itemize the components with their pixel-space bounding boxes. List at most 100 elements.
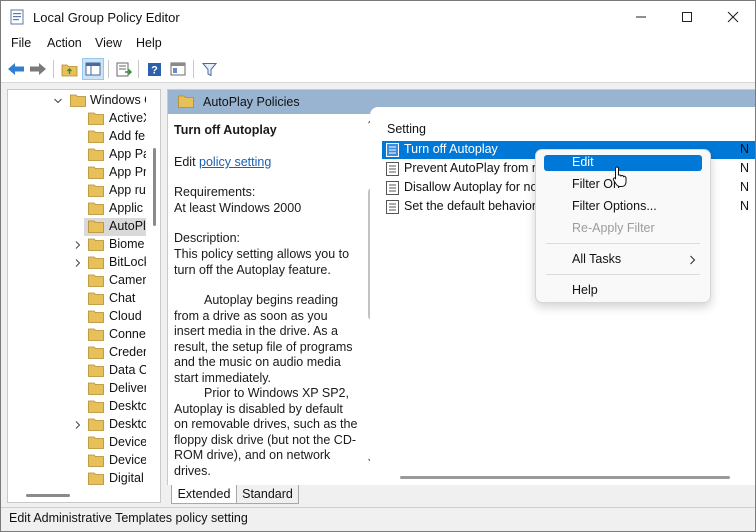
tree-item[interactable]: Camer — [8, 272, 146, 290]
menu-file[interactable]: File — [11, 36, 31, 50]
menu-help[interactable]: Help — [136, 36, 162, 50]
tree-item[interactable]: AutoPl — [84, 218, 146, 236]
tree-item-label: Applic — [109, 201, 144, 215]
tree-item[interactable]: BitLock — [8, 254, 146, 272]
chevron-right-icon[interactable] — [73, 419, 83, 431]
context-menu-item[interactable]: All Tasks — [544, 252, 702, 268]
tree-vertical-thumb[interactable] — [153, 148, 156, 226]
folder-icon — [88, 256, 104, 269]
back-button[interactable] — [5, 58, 27, 80]
policy-row-label: Turn off Autoplay — [404, 142, 498, 156]
tree-vertical-scrollbar[interactable] — [149, 90, 160, 486]
folder-icon — [88, 400, 104, 413]
menu-view[interactable]: View — [95, 36, 122, 50]
toolbar-separator — [193, 60, 194, 78]
folder-icon — [88, 184, 104, 197]
edit-policy-setting-link[interactable]: policy setting — [199, 155, 271, 169]
gpedit-window: Local Group Policy Editor File Action Vi… — [0, 0, 756, 532]
tree-item-label: AutoPl — [109, 219, 146, 233]
forward-button[interactable] — [27, 58, 49, 80]
policy-editor-app-icon — [10, 9, 24, 25]
description-paragraph: Autoplay begins reading from a drive as … — [174, 293, 353, 385]
tree-item[interactable]: Digital — [8, 470, 146, 488]
mouse-pointer-icon — [612, 166, 627, 187]
tree-item-label: Camer — [109, 273, 146, 287]
tree-item-label: Creder — [109, 345, 146, 359]
tree-item[interactable]: Deskto — [8, 398, 146, 416]
list-horizontal-thumb[interactable] — [400, 476, 730, 479]
tree-horizontal-thumb[interactable] — [26, 494, 70, 497]
tree-item-label: Digital — [109, 471, 144, 485]
policy-title: Turn off Autoplay — [174, 123, 277, 137]
tree-item-label: Conne — [109, 327, 146, 341]
filter-button[interactable] — [198, 58, 220, 80]
tree-item[interactable]: Chat — [8, 290, 146, 308]
tree-item-label: App Pr — [109, 165, 146, 179]
policy-row-label: Disallow Autoplay for nor — [404, 180, 542, 194]
context-menu-separator — [546, 243, 700, 244]
tree-item[interactable]: Windows C — [8, 92, 146, 110]
tree-item[interactable]: Data C — [8, 362, 146, 380]
column-header-setting[interactable]: Setting — [387, 122, 426, 136]
context-menu-item: Re-Apply Filter — [544, 221, 702, 237]
export-list-button[interactable] — [113, 58, 135, 80]
title-bar[interactable]: Local Group Policy Editor — [1, 1, 755, 33]
close-icon — [727, 11, 739, 23]
tree-item[interactable]: Biome — [8, 236, 146, 254]
context-menu-item[interactable]: Filter Options... — [544, 199, 702, 215]
extended-description-pane: Turn off Autoplay Edit policy setting Re… — [168, 114, 380, 484]
tree-item[interactable]: Conne — [8, 326, 146, 344]
show-hide-tree-button[interactable] — [82, 58, 104, 80]
tree-item-label: Deliver — [109, 381, 146, 395]
tree-item-label: Windows C — [90, 93, 146, 107]
tree-item[interactable]: App Pr — [8, 164, 146, 182]
tree-horizontal-scrollbar[interactable] — [8, 488, 160, 502]
tree-item[interactable]: Creder — [8, 344, 146, 362]
folder-icon — [88, 418, 104, 431]
folder-icon — [88, 148, 104, 161]
tree-item-label: Device — [109, 435, 146, 449]
tree-item[interactable]: Deskto — [8, 416, 146, 434]
context-menu-item[interactable]: Help — [544, 283, 702, 299]
tree-item[interactable]: ActiveX — [8, 110, 146, 128]
list-horizontal-scrollbar[interactable] — [400, 471, 755, 485]
maximize-button[interactable] — [664, 1, 710, 33]
policy-row-label: Set the default behavior f — [404, 199, 543, 213]
help-button[interactable]: ? — [143, 58, 165, 80]
tree-item[interactable]: App ru — [8, 182, 146, 200]
policy-row-state: N — [740, 199, 750, 213]
tree-item[interactable]: App Pa — [8, 146, 146, 164]
context-menu-item-label: Filter Options... — [572, 199, 657, 213]
svg-text:?: ? — [151, 64, 158, 76]
tree-item[interactable]: Device — [8, 452, 146, 470]
tree-item-label: Deskto — [109, 399, 146, 413]
folder-icon — [88, 130, 104, 143]
up-folder-button[interactable] — [58, 58, 80, 80]
tree-item[interactable]: Device — [8, 434, 146, 452]
tree-item[interactable]: Add fe — [8, 128, 146, 146]
tree-item-label: Data C — [109, 363, 146, 377]
properties-view-button[interactable] — [167, 58, 189, 80]
tab-standard[interactable]: Standard — [237, 485, 299, 504]
folder-icon — [88, 166, 104, 179]
tree-item[interactable]: Deliver — [8, 380, 146, 398]
tree-item-label: Device — [109, 453, 146, 467]
tree-item[interactable]: Applic — [8, 200, 146, 218]
policy-setting-icon — [386, 181, 399, 195]
folder-icon — [88, 274, 104, 287]
description-paragraph: This policy setting allows you to turn o… — [174, 247, 350, 277]
tree-item[interactable]: Cloud — [8, 308, 146, 326]
requirements-value: At least Windows 2000 — [174, 201, 302, 215]
folder-icon — [88, 328, 104, 341]
folder-icon — [88, 238, 104, 251]
properties-view-icon — [170, 62, 186, 76]
tab-extended[interactable]: Extended — [171, 485, 237, 504]
close-button[interactable] — [710, 1, 755, 33]
menu-action[interactable]: Action — [47, 36, 82, 50]
minimize-icon — [636, 16, 646, 18]
chevron-right-icon[interactable] — [73, 239, 83, 251]
chevron-right-icon[interactable] — [73, 257, 83, 269]
chevron-down-icon[interactable] — [53, 95, 63, 107]
console-tree[interactable]: Windows C ActiveX Add fe App Pa App Pr App ru… — [7, 89, 161, 503]
minimize-button[interactable] — [618, 1, 664, 33]
